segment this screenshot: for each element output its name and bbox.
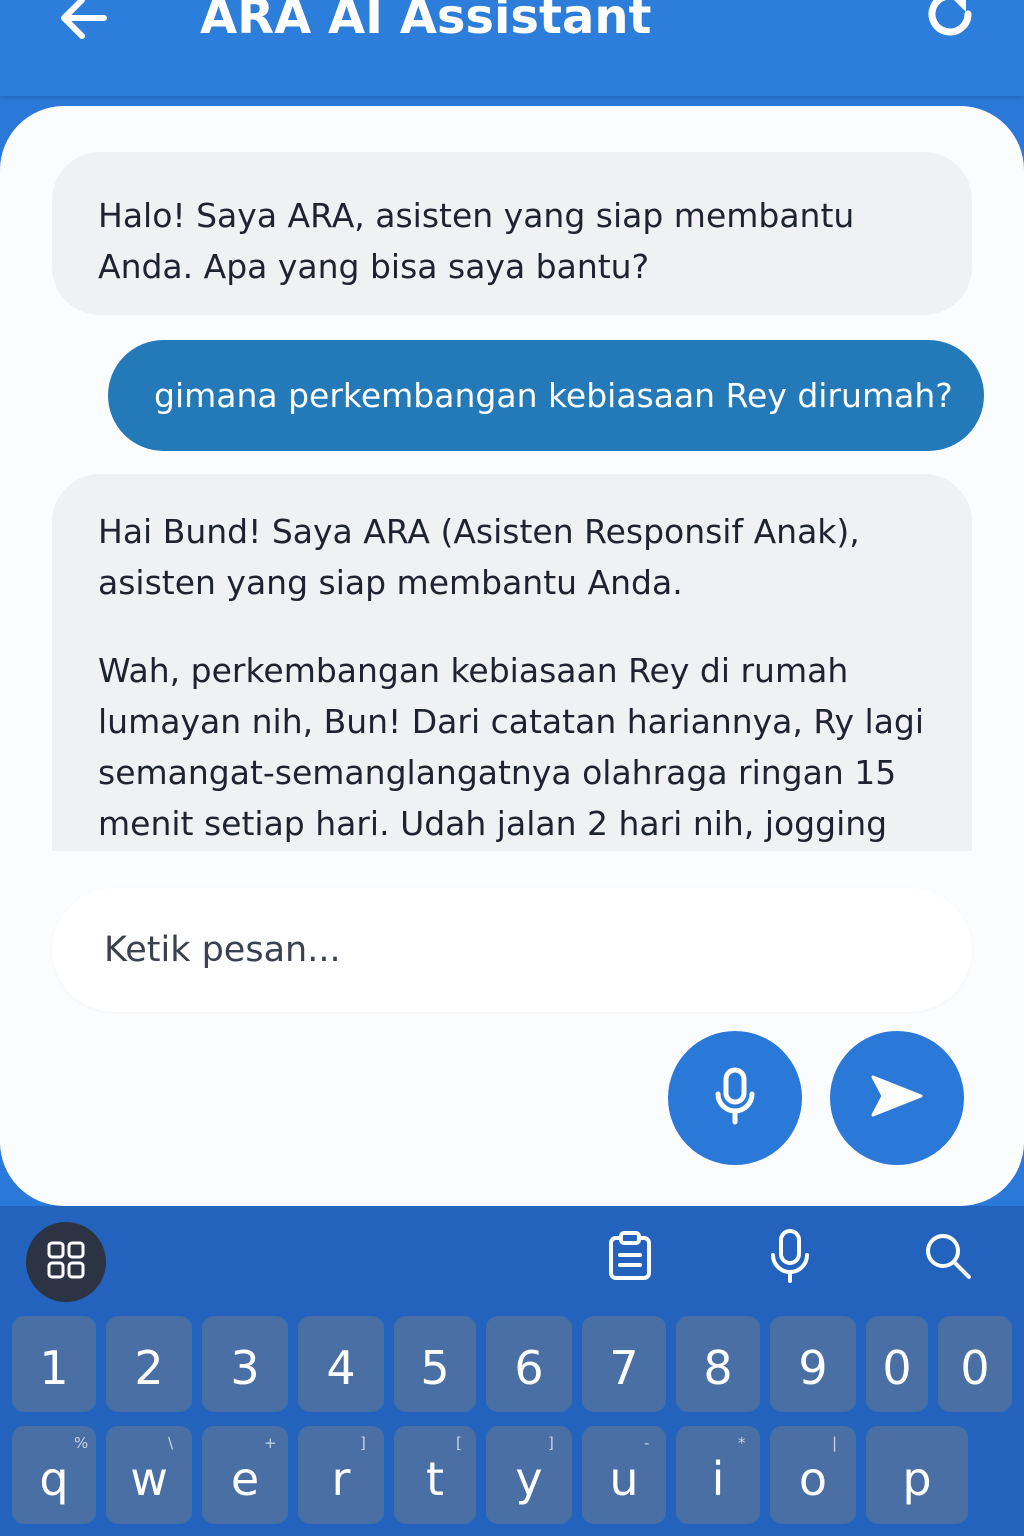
key-0[interactable]: 0 [866, 1316, 928, 1412]
key-u[interactable]: - u [582, 1426, 666, 1524]
key-w[interactable]: \ w [106, 1426, 192, 1524]
key-p[interactable]: p [866, 1426, 968, 1524]
key-5[interactable]: 5 [394, 1316, 476, 1412]
key-t[interactable]: [ t [394, 1426, 476, 1524]
key-o[interactable]: | o [770, 1426, 856, 1524]
on-screen-keyboard: 1 2 3 4 5 6 7 8 9 0 0 % q \ w + e ] r [ … [0, 1206, 1024, 1536]
microphone-icon [710, 1066, 760, 1130]
send-button[interactable] [830, 1031, 964, 1165]
key-y[interactable]: ] y [486, 1426, 572, 1524]
apps-grid-button[interactable] [26, 1222, 106, 1302]
key-9[interactable]: 9 [770, 1316, 856, 1412]
key-3[interactable]: 3 [202, 1316, 288, 1412]
key-8[interactable]: 8 [676, 1316, 760, 1412]
user-message-text: gimana perkembangan kebiasaan Rey diruma… [154, 376, 953, 415]
back-arrow-icon[interactable] [56, 0, 116, 44]
assistant-message-bubble: Halo! Saya ARA, asisten yang siap memban… [52, 152, 972, 315]
key-1[interactable]: 1 [12, 1316, 96, 1412]
clipboard-icon[interactable] [602, 1228, 658, 1284]
key-2[interactable]: 2 [106, 1316, 192, 1412]
assistant-message-text: Halo! Saya ARA, asisten yang siap memban… [98, 196, 855, 286]
key-6[interactable]: 6 [486, 1316, 572, 1412]
key-7[interactable]: 7 [582, 1316, 666, 1412]
key-e[interactable]: + e [202, 1426, 288, 1524]
keyboard-microphone-icon[interactable] [762, 1228, 818, 1284]
apps-grid-icon [46, 1240, 86, 1284]
key-4[interactable]: 4 [298, 1316, 384, 1412]
message-input[interactable] [52, 888, 972, 1012]
key-q[interactable]: % q [12, 1426, 96, 1524]
app-title: ARA AI Assistant [200, 0, 652, 45]
key-r[interactable]: ] r [298, 1426, 384, 1524]
user-message-bubble: gimana perkembangan kebiasaan Rey diruma… [108, 340, 984, 451]
key-i[interactable]: * i [676, 1426, 760, 1524]
search-icon[interactable] [920, 1228, 976, 1284]
assistant-message-paragraph: Hai Bund! Saya ARA (Asisten Responsif An… [98, 512, 860, 602]
voice-input-button[interactable] [668, 1031, 802, 1165]
assistant-message-bubble: Hai Bund! Saya ARA (Asisten Responsif An… [52, 474, 972, 851]
assistant-message-paragraph: Wah, perkembangan kebiasaan Rey di rumah… [98, 651, 925, 843]
app-header: ARA AI Assistant [0, 0, 1024, 96]
refresh-icon[interactable] [920, 0, 980, 44]
key-0[interactable]: 0 [938, 1316, 1012, 1412]
send-icon [867, 1071, 927, 1125]
